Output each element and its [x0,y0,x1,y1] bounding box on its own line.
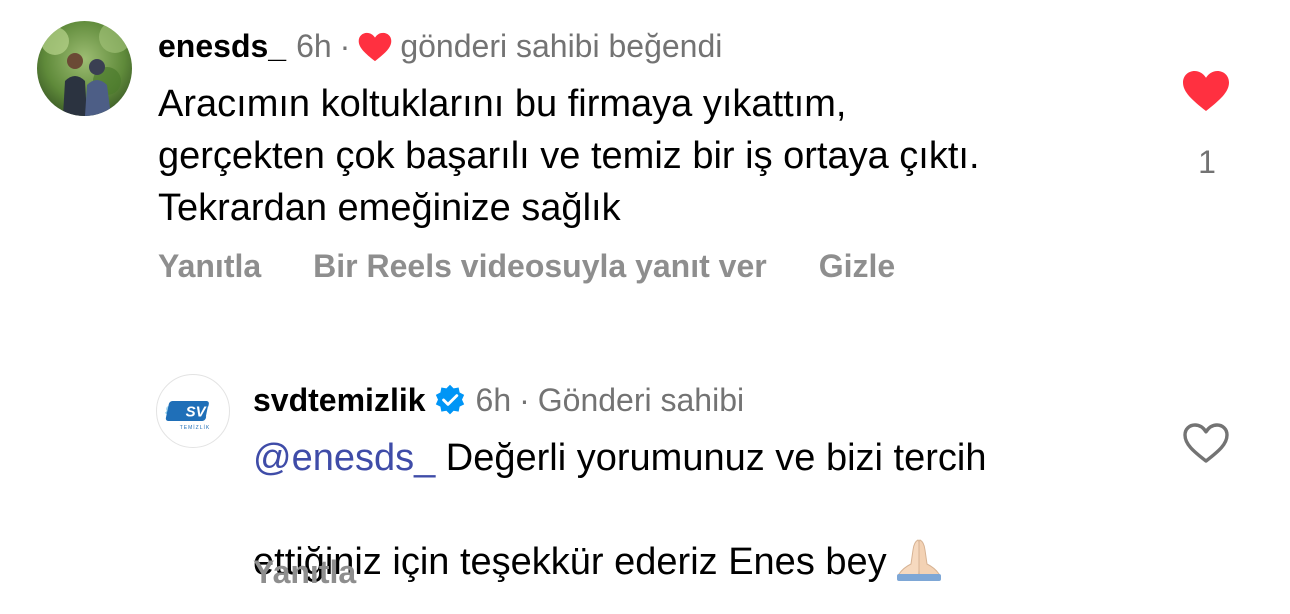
comment-text: Aracımın koltuklarını bu firmaya yıkattı… [158,83,980,229]
reply-button[interactable]: Yanıtla [253,554,356,591]
avatar[interactable] [37,21,132,116]
separator-dot: · [519,381,530,418]
like-button[interactable] [1182,70,1230,112]
comment-timestamp[interactable]: 6h [476,382,512,419]
comment-header: svdtemizlik 6h · Gönderi sahibi [253,378,744,422]
owner-liked-label: gönderi sahibi beğendi [400,27,723,64]
heart-outline-icon [1183,423,1229,463]
comment-text: @enesds_ Değerli yorumunuz ve bizi terci… [253,432,1153,588]
comment-actions: Yanıtla Bir Reels videosuyla yanıt ver G… [158,248,895,285]
praying-hands-emoji [893,484,945,581]
reels-reply-button[interactable]: Bir Reels videosuyla yanıt ver [313,248,767,285]
avatar[interactable]: SVD TEMİZLİK [156,374,230,448]
comment-timestamp[interactable]: 6h [296,28,332,65]
comment-header: enesds_ 6h · gönderi sahibi beğendi [158,24,722,68]
heart-filled-icon [1183,71,1229,111]
mention-link[interactable]: @enesds_ [253,437,435,479]
like-count[interactable]: 1 [1180,144,1234,181]
praying-hands-icon [896,539,941,581]
post-owner-label: Gönderi sahibi [537,381,745,418]
separator-dot: · [339,27,351,64]
comment-username[interactable]: svdtemizlik [253,382,426,419]
comment-username[interactable]: enesds_ [158,28,286,65]
reply-button[interactable]: Yanıtla [158,248,261,285]
logo-text: SVD [186,404,217,421]
user-photo-avatar-icon [37,21,132,116]
verified-badge-icon [435,384,464,415]
like-button[interactable] [1182,422,1230,464]
heart-icon [359,32,392,62]
hide-button[interactable]: Gizle [819,248,895,285]
comment-actions: Yanıtla [253,554,356,591]
logo-subtext: TEMİZLİK [180,424,211,431]
svd-logo-icon: SVD TEMİZLİK [165,401,217,431]
